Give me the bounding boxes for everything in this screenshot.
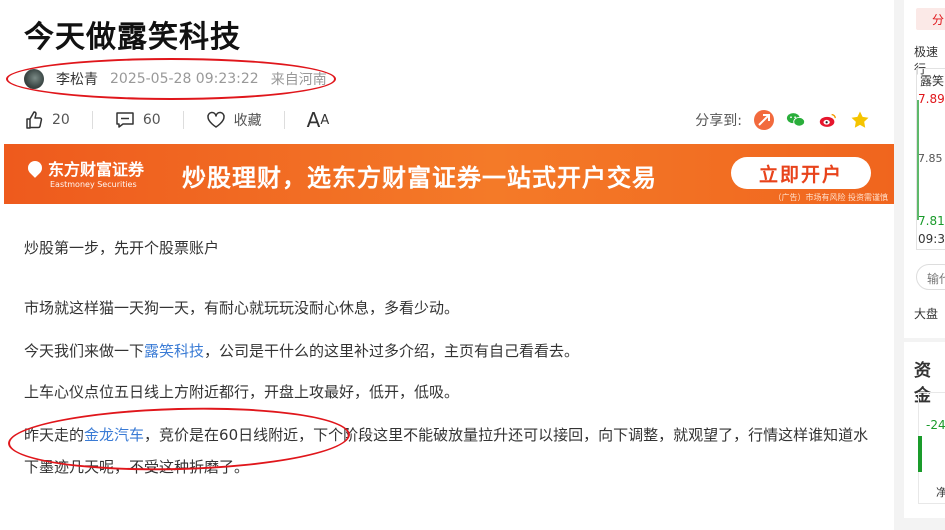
like-button[interactable]: 20 (24, 110, 70, 130)
ad-banner[interactable]: 东方财富证券 Eastmoney Securities 炒股理财，选东方财富证券… (4, 144, 894, 204)
share-label: 分享到: (695, 113, 742, 129)
divider (904, 338, 945, 342)
banner-slogan: 炒股理财，选东方财富证券一站式开户交易 (182, 164, 657, 192)
market-index-label: 大盘 (914, 307, 939, 321)
favorite-button[interactable]: 收藏 (206, 110, 262, 130)
article-main: 今天做露笑科技 李松青 2025-05-28 09:23:22 来自河南 20 … (0, 0, 894, 530)
favorite-label: 收藏 (233, 113, 262, 129)
net-label: 净 (936, 486, 945, 499)
stock-code-input[interactable]: 输代 (916, 264, 945, 290)
page: 今天做露笑科技 李松青 2025-05-28 09:23:22 来自河南 20 … (0, 0, 945, 530)
thumbs-up-icon (26, 111, 43, 129)
font-big-glyph: A (306, 108, 321, 132)
divider (283, 111, 285, 129)
ad-disclaimer: （广告）市场有风险 投资需谨慎 (773, 193, 888, 202)
weibo-icon[interactable] (818, 110, 838, 130)
share-bar: 分享到: (695, 108, 870, 132)
comment-count: 60 (142, 112, 161, 128)
mini-chart-stock-name[interactable]: 露笑 (920, 72, 944, 89)
paragraph-text: 今天我们来做一下 (24, 342, 145, 360)
sidebar-tab[interactable]: 分 (916, 8, 945, 30)
fund-flow-value: -24 (926, 418, 945, 432)
paragraph-3: 上车心仪点位五日线上方附近都行，开盘上攻最好，低开，低吸。 (24, 383, 460, 401)
logo-en-text: Eastmoney Securities (50, 180, 137, 189)
font-size-toggle[interactable]: AA (307, 108, 330, 132)
divider (182, 111, 184, 129)
divider (904, 518, 945, 530)
action-bar: 20 60 收藏 AA (24, 108, 351, 132)
open-account-link[interactable]: 炒股第一步，先开个股票账户 (24, 232, 874, 264)
paragraph-1: 市场就这样猫一天狗一天，有耐心就玩玩没耐心休息，多看少动。 (24, 299, 460, 317)
comment-button[interactable]: 60 (115, 110, 161, 130)
eastmoney-logo-icon (25, 158, 45, 178)
right-sidebar: 分 极速行 露笑 7.89 7.85 7.81 09:30 输代 大盘 资金 -… (904, 0, 945, 530)
divider (91, 111, 93, 129)
y-tick-low: 7.81 (918, 214, 945, 228)
comment-icon (116, 112, 134, 128)
logo-cn-text: 东方财富证券 (48, 160, 145, 179)
article-title: 今天做露笑科技 (24, 20, 241, 55)
paragraph-text: ，公司是干什么的这里补过多介绍，主页有自己看看去。 (204, 342, 580, 360)
heart-icon (206, 111, 225, 128)
font-small-glyph: A (320, 112, 330, 128)
annotation-ellipse-author (6, 58, 336, 100)
like-count: 20 (52, 112, 70, 128)
eastmoney-logo: 东方财富证券 Eastmoney Securities (25, 156, 145, 189)
qzone-star-icon[interactable] (850, 110, 870, 130)
open-account-button[interactable]: 立即开户 (731, 157, 871, 189)
x-tick-start: 09:30 (918, 232, 945, 246)
fund-flow-bar (918, 436, 922, 472)
stock-link-luxiao[interactable]: 露笑科技 (144, 342, 204, 360)
paragraph-2: 今天我们来做一下露笑科技，公司是干什么的这里补过多介绍，主页有自己看看去。 (24, 335, 874, 367)
y-tick-high: 7.89 (918, 92, 945, 106)
y-tick-mid: 7.85 (918, 152, 943, 165)
share-dongfang-icon[interactable] (754, 110, 774, 130)
wechat-icon[interactable] (786, 110, 806, 130)
